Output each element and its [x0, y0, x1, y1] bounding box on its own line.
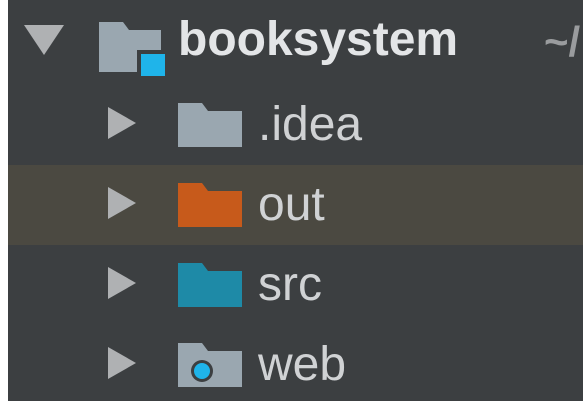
expand-arrow-right-icon[interactable]	[108, 347, 136, 379]
tree-row-out[interactable]: out	[8, 165, 583, 245]
source-folder-icon	[178, 263, 242, 307]
expand-arrow-right-icon[interactable]	[108, 107, 136, 139]
excluded-folder-icon	[178, 183, 242, 227]
tree-root-label: booksystem	[178, 13, 459, 66]
expand-arrow-right-icon[interactable]	[108, 187, 136, 219]
tree-root-path-hint: ~/	[544, 18, 581, 65]
tree-row-src[interactable]: src	[8, 245, 583, 325]
project-folder-icon	[99, 22, 167, 78]
expand-arrow-right-icon[interactable]	[108, 267, 136, 299]
tree-row-web[interactable]: web	[8, 325, 583, 401]
web-folder-icon	[178, 343, 242, 387]
project-tree: booksystem ~/ .idea out src web	[8, 0, 583, 401]
expand-arrow-down-icon[interactable]	[24, 25, 64, 55]
tree-item-label: web	[258, 338, 347, 391]
tree-item-label: .idea	[258, 98, 363, 151]
folder-icon	[178, 103, 242, 147]
tree-row-booksystem[interactable]: booksystem ~/	[8, 0, 583, 80]
tree-item-label: out	[258, 178, 325, 231]
tree-row-idea[interactable]: .idea	[8, 85, 583, 165]
tree-item-label: src	[258, 258, 322, 311]
